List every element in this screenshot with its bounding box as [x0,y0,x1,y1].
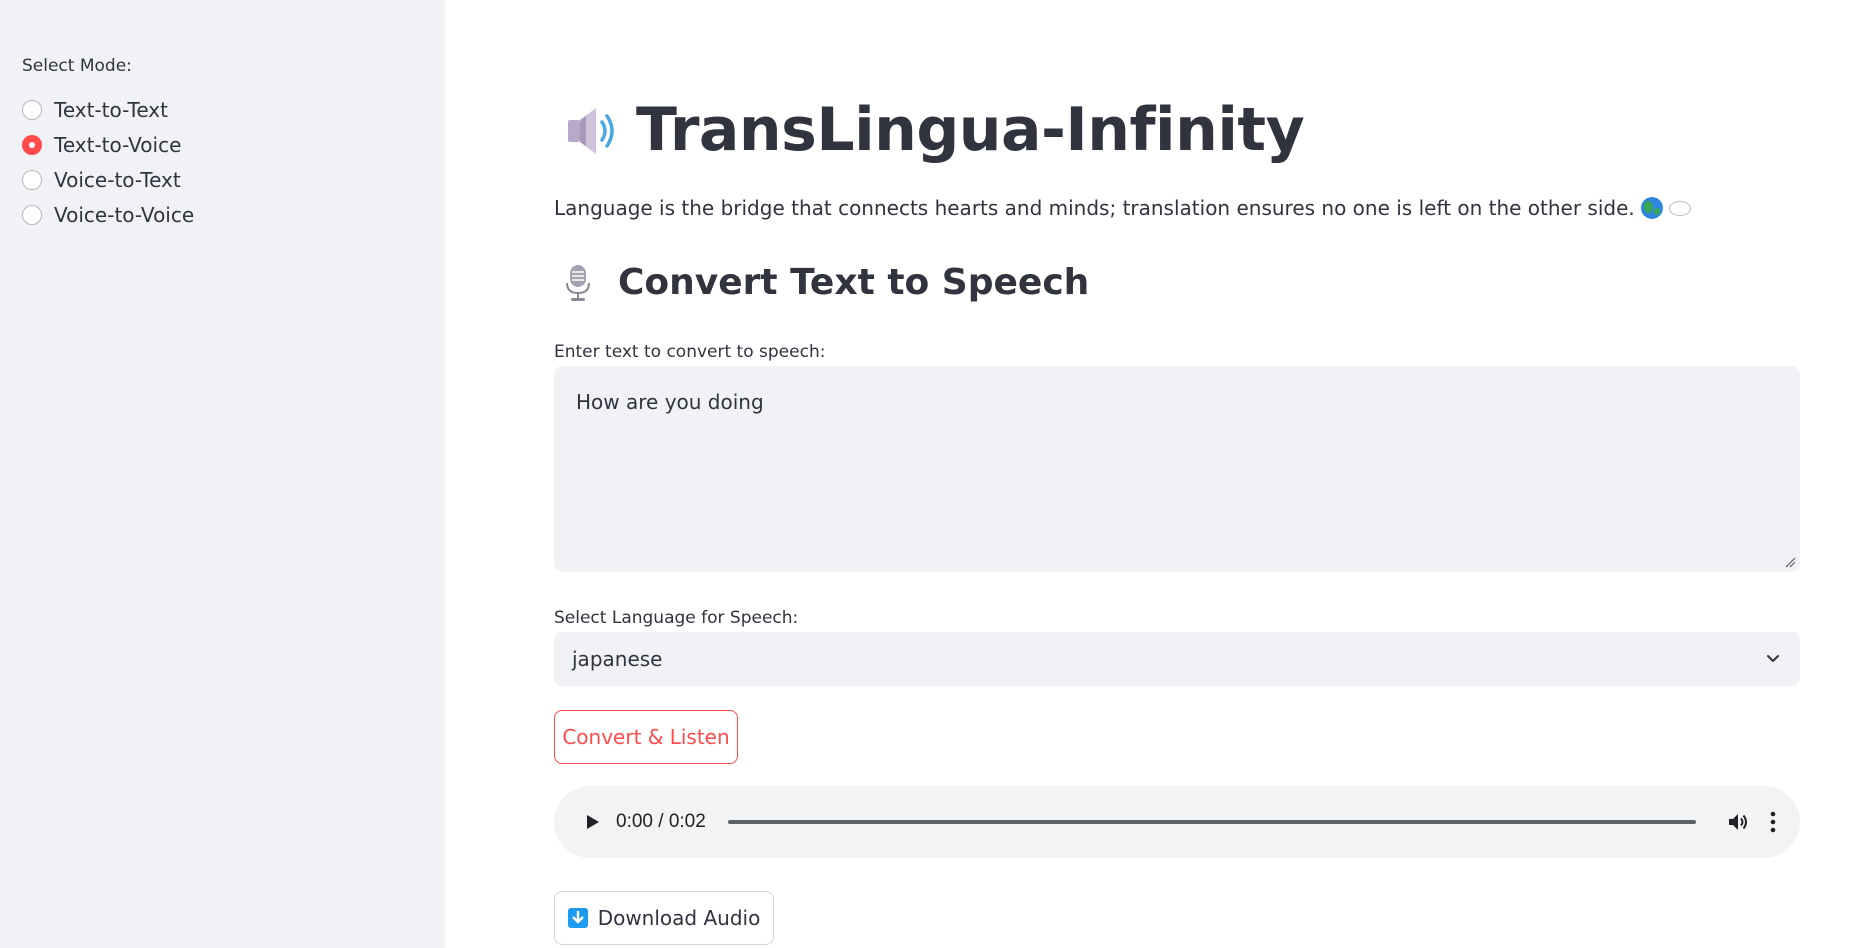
section-title: Convert Text to Speech [618,262,1090,303]
more-options-icon[interactable] [1770,811,1776,833]
chevron-down-icon [1767,655,1779,662]
speaker-icon [568,108,614,154]
radio-label: Text-to-Voice [54,132,182,157]
resize-handle-icon[interactable] [1784,556,1796,568]
radio-label: Voice-to-Text [54,167,181,192]
mode-option-voice-to-text[interactable]: Voice-to-Text [22,162,194,197]
language-select-value: japanese [572,647,663,671]
mode-label: Select Mode: [22,56,132,76]
sidebar: Select Mode: Text-to-Text Text-to-Voice … [0,0,445,948]
radio-label: Voice-to-Voice [54,202,195,227]
section-header: Convert Text to Speech [562,262,1089,303]
radio-button[interactable] [22,169,42,190]
language-select-label: Select Language for Speech: [554,608,799,628]
audio-time: 0:00 / 0:02 [616,811,706,832]
language-select[interactable]: japanese [554,632,1800,686]
page-header: TransLingua-Infinity [562,95,1305,165]
convert-listen-button[interactable]: Convert & Listen [554,710,738,764]
download-arrow-icon [567,908,588,928]
download-audio-button[interactable]: Download Audio [554,891,774,945]
tagline-text: Language is the bridge that connects hea… [554,196,1635,220]
download-audio-label: Download Audio [597,906,761,930]
text-input-label: Enter text to convert to speech: [554,342,826,362]
radio-label: Text-to-Text [54,97,168,122]
audio-progress-bar[interactable] [727,820,1696,824]
text-input-value: How are you doing [576,390,764,414]
globe-icon [1640,197,1663,219]
radio-button[interactable] [22,204,42,225]
app-root: Select Mode: Text-to-Text Text-to-Voice … [0,0,1869,948]
audio-player: 0:00 / 0:02 [554,786,1800,858]
radio-button[interactable] [22,99,42,120]
microphone-icon [566,264,590,301]
mode-option-voice-to-voice[interactable]: Voice-to-Voice [22,197,194,232]
radio-button-selected[interactable] [22,134,42,155]
mode-option-text-to-voice[interactable]: Text-to-Voice [22,127,194,162]
page-title: TransLingua-Infinity [636,95,1305,165]
mode-radio-group: Text-to-Text Text-to-Voice Voice-to-Text… [22,92,194,232]
speech-bubble-icon [1668,200,1691,216]
volume-icon[interactable] [1726,810,1750,834]
text-input-area[interactable]: How are you doing [554,366,1800,572]
tagline: Language is the bridge that connects hea… [554,196,1691,220]
mode-option-text-to-text[interactable]: Text-to-Text [22,92,194,127]
play-icon[interactable] [582,812,602,832]
